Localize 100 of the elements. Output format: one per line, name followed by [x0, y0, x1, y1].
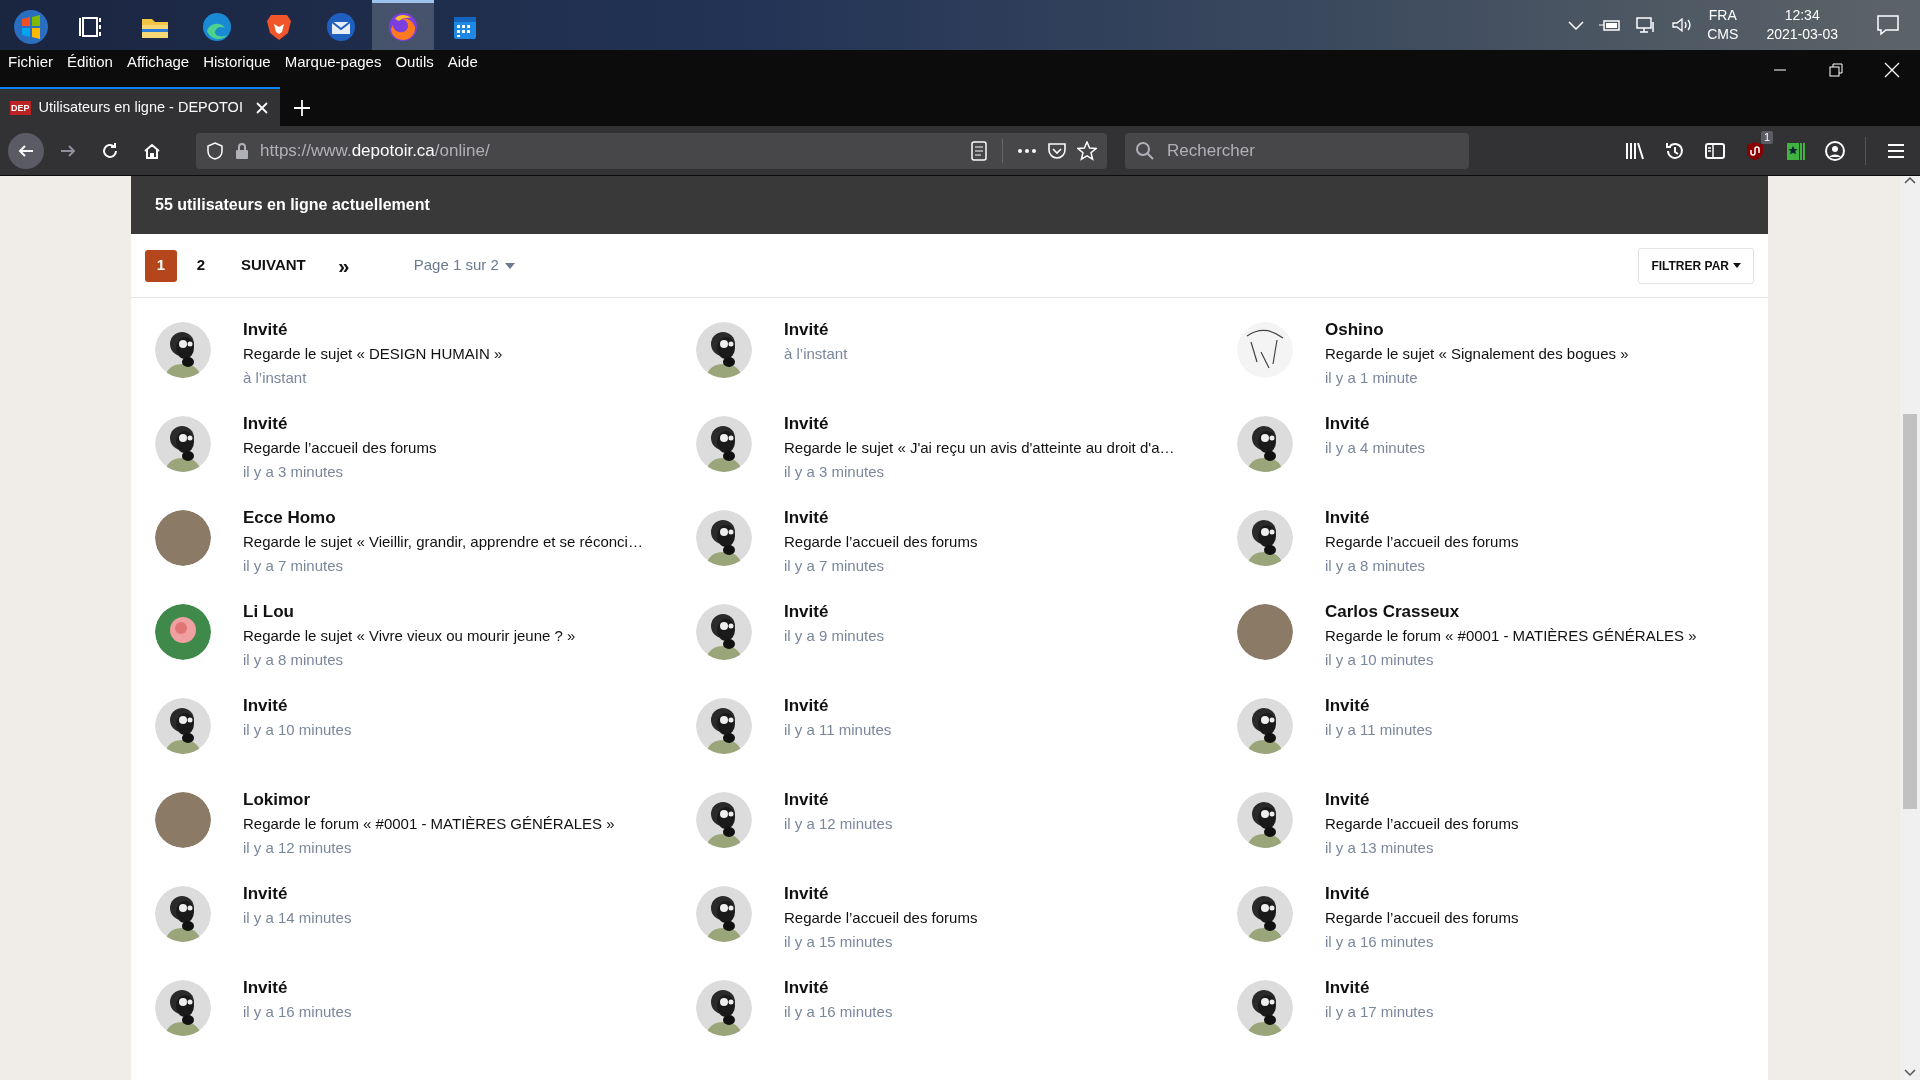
language-label[interactable]: FRA	[1708, 6, 1737, 25]
menu-item[interactable]: Fichier	[8, 50, 53, 74]
shield-extension-icon[interactable]	[1744, 139, 1766, 162]
time-ago: il y a 9 minutes	[784, 626, 885, 646]
photo-placeholder	[155, 792, 211, 848]
activity-text: Regarde le sujet « Vivre vieux ou mourir jeune ? »	[243, 626, 576, 646]
clock-time[interactable]: 12:34	[1784, 6, 1820, 25]
browser-tab[interactable]: DEP Utilisateurs en ligne - DEPOTOI	[0, 87, 280, 126]
back-button[interactable]	[8, 132, 44, 169]
user-name[interactable]: Invité	[1325, 694, 1433, 718]
menu-item[interactable]: Historique	[203, 50, 271, 74]
scrollbar-thumb[interactable]	[1903, 414, 1917, 809]
user-name[interactable]: Invité	[243, 694, 352, 718]
page-link[interactable]: 2	[185, 249, 217, 282]
time-ago: il y a 11 minutes	[784, 720, 892, 740]
user-name[interactable]: Invité	[784, 506, 978, 530]
sketch-placeholder	[1237, 322, 1293, 378]
photo-placeholder	[1237, 604, 1293, 660]
gas-mask-avatar	[155, 886, 211, 942]
time-ago: il y a 3 minutes	[243, 462, 345, 482]
gas-mask-avatar	[696, 792, 752, 848]
user-name[interactable]: Carlos Crasseux	[1325, 600, 1697, 624]
address-bar[interactable]: https://www.depotoir.ca/online/	[196, 132, 1107, 169]
scroll-down-icon[interactable]	[1904, 1069, 1916, 1077]
user-name[interactable]: Invité	[243, 412, 437, 436]
activity-text: Regarde l’accueil des forums	[784, 908, 978, 928]
search-field[interactable]: Rechercher	[1125, 132, 1469, 169]
plus-icon	[293, 99, 311, 117]
user-name[interactable]: Lokimor	[243, 788, 615, 812]
pocket-icon[interactable]	[1047, 141, 1067, 160]
caret-icon	[504, 262, 515, 269]
user-name[interactable]: Invité	[1325, 788, 1519, 812]
user-name[interactable]: Invité	[784, 976, 893, 1000]
user-name[interactable]: Li Lou	[243, 600, 576, 624]
caret-icon	[1733, 263, 1741, 268]
shield-icon[interactable]	[206, 141, 224, 160]
next-page-link[interactable]: SUIVANT	[233, 249, 314, 282]
user-name[interactable]: Invité	[243, 976, 352, 1000]
menu-item[interactable]: Affichage	[126, 50, 190, 74]
menu-item[interactable]: Outils	[395, 50, 434, 74]
last-page-link[interactable]: »	[327, 249, 360, 282]
page-dropdown[interactable]: Page 1 sur 2	[407, 253, 521, 278]
close-icon[interactable]	[1882, 60, 1902, 80]
lock-icon	[234, 141, 250, 160]
time-ago: il y a 14 minutes	[243, 908, 352, 928]
activity-text: Regarde le sujet « J'ai reçu un avis d'atteinte au droit d'a…	[784, 438, 1175, 458]
layout-label[interactable]: CMS	[1707, 25, 1739, 44]
restore-icon[interactable]	[1826, 60, 1846, 80]
gas-mask-avatar	[696, 886, 752, 942]
user-name[interactable]: Invité	[1325, 506, 1519, 530]
gas-mask-avatar	[696, 980, 752, 1036]
filter-button[interactable]: FILTRER PAR	[1638, 247, 1754, 284]
account-icon[interactable]	[1824, 139, 1846, 162]
menu-item[interactable]: Édition	[67, 50, 113, 74]
search-input[interactable]: Rechercher	[1165, 136, 1455, 165]
url-text: https://www.depotoir.ca/online/	[260, 139, 491, 162]
menu-item[interactable]: Marque-pages	[284, 50, 382, 74]
user-name[interactable]: Invité	[784, 694, 892, 718]
user-name[interactable]: Invité	[1325, 976, 1434, 1000]
user-name[interactable]: Ecce Homo	[243, 506, 643, 530]
menu-item[interactable]: Aide	[447, 50, 478, 74]
volume-icon[interactable]	[1671, 16, 1694, 34]
activity-text: Regarde le sujet « Vieillir, grandir, apprendre et se réconci…	[243, 532, 643, 552]
gas-mask-avatar	[1237, 792, 1293, 848]
user-name[interactable]: Invité	[1325, 882, 1519, 906]
page-link[interactable]: 1	[145, 249, 177, 282]
time-ago: il y a 16 minutes	[1325, 932, 1435, 952]
activity-text: Regarde le forum « #0001 - MATIÈRES GÉNÉRALES »	[1325, 626, 1697, 646]
user-name[interactable]: Invité	[243, 882, 352, 906]
search-icon	[1135, 140, 1155, 161]
time-ago: il y a 10 minutes	[243, 720, 352, 740]
reader-view-icon[interactable]	[970, 140, 988, 161]
time-ago: il y a 4 minutes	[1325, 438, 1426, 458]
user-name[interactable]: Invité	[784, 600, 885, 624]
star-icon[interactable]	[1077, 140, 1097, 161]
clock-date[interactable]: 2021-03-03	[1766, 25, 1838, 44]
close-icon[interactable]	[254, 99, 270, 116]
scroll-up-icon[interactable]	[1904, 176, 1916, 184]
user-name[interactable]: Invité	[1325, 412, 1426, 436]
gas-mask-avatar	[696, 322, 752, 378]
gas-mask-avatar	[696, 604, 752, 660]
time-ago: il y a 8 minutes	[243, 650, 345, 670]
activity-text: Regarde le sujet « Signalement des bogues »	[1325, 344, 1629, 364]
gas-mask-avatar	[155, 322, 211, 378]
user-name[interactable]: Invité	[784, 318, 848, 342]
extension-badge: 1	[1760, 130, 1773, 144]
time-ago: il y a 7 minutes	[243, 556, 345, 576]
user-name[interactable]: Invité	[784, 788, 893, 812]
activity-text: Regarde l’accueil des forums	[1325, 908, 1519, 928]
user-name[interactable]: Oshino	[1325, 318, 1629, 342]
user-name[interactable]: Invité	[784, 412, 1175, 436]
user-name[interactable]: Invité	[784, 882, 978, 906]
notification-icon[interactable]	[1876, 13, 1900, 37]
time-ago: il y a 3 minutes	[784, 462, 886, 482]
user-name[interactable]: Invité	[243, 318, 503, 342]
time-ago: à l’instant	[784, 344, 848, 364]
gas-mask-avatar	[1237, 698, 1293, 754]
activity-text: Regarde l’accueil des forums	[1325, 814, 1519, 834]
reload-icon	[101, 141, 119, 160]
flower-photo-placeholder	[155, 604, 211, 660]
